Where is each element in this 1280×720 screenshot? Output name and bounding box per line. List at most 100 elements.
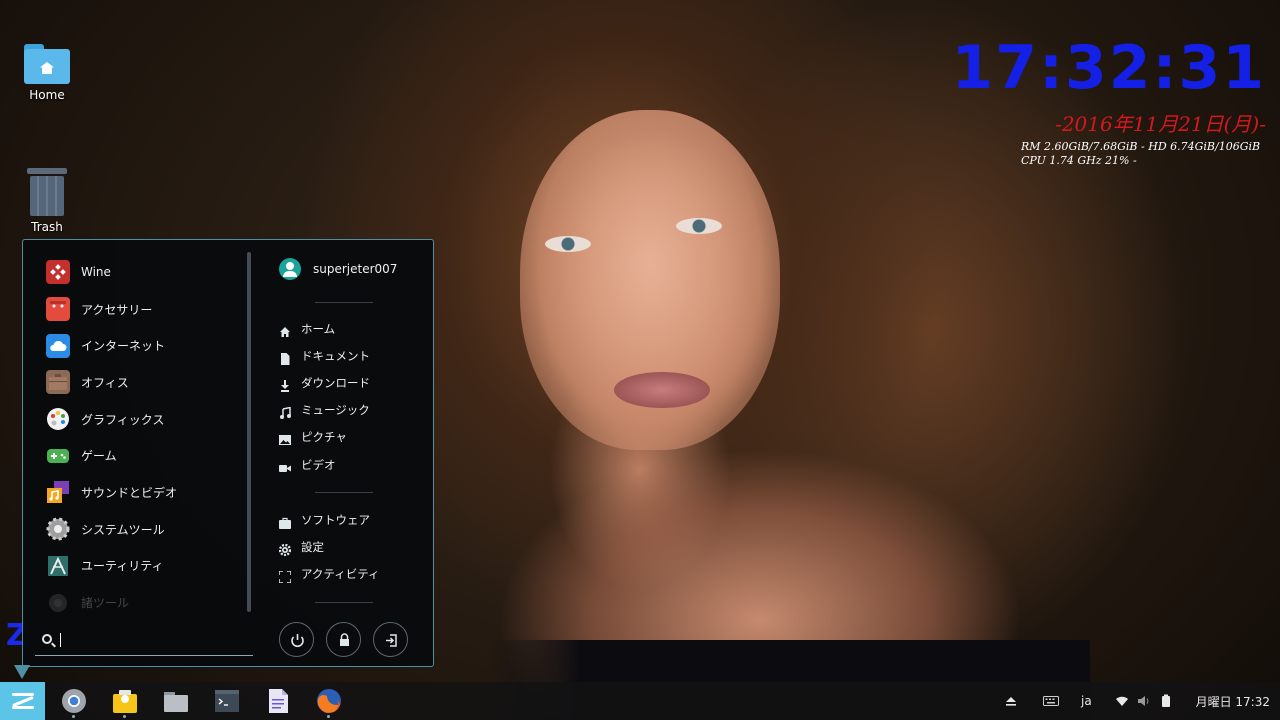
divider bbox=[315, 492, 373, 493]
office-briefcase-icon bbox=[46, 370, 70, 395]
taskbar: ja 月曜日 17:32 bbox=[0, 682, 1280, 720]
conky-system-info: RM 2.60GiB/7.68GiB - HD 6.74GiB/106GiB C… bbox=[1021, 140, 1271, 164]
keyboard-button[interactable] bbox=[1043, 682, 1059, 720]
logout-icon bbox=[386, 634, 397, 647]
desktop-icon-label: Home bbox=[29, 88, 65, 102]
lock-icon bbox=[340, 633, 349, 646]
place-label: ミュージック bbox=[301, 403, 370, 418]
session-actions bbox=[279, 622, 408, 657]
misc-tools-icon bbox=[46, 591, 70, 614]
category-label: グラフィックス bbox=[81, 412, 165, 427]
category-graphics[interactable]: グラフィックス bbox=[35, 401, 245, 438]
category-sound-video[interactable]: サウンドとビデオ bbox=[35, 474, 245, 511]
divider bbox=[315, 602, 373, 603]
photos-icon bbox=[113, 690, 137, 713]
activities-icon bbox=[278, 568, 292, 584]
running-indicator bbox=[123, 715, 126, 718]
terminal-icon bbox=[215, 690, 239, 712]
search-icon bbox=[42, 634, 52, 644]
category-misc-tools[interactable]: 諸ツール bbox=[35, 584, 245, 614]
sound-video-icon bbox=[46, 480, 70, 504]
taskbar-app-text-editor[interactable] bbox=[264, 687, 292, 715]
text-cursor bbox=[60, 633, 61, 647]
taskbar-app-photos[interactable] bbox=[111, 687, 139, 715]
category-scrollbar[interactable] bbox=[247, 252, 251, 612]
chrome-icon bbox=[62, 689, 86, 713]
picture-icon bbox=[279, 431, 291, 446]
category-utilities[interactable]: ユーティリティ bbox=[35, 548, 245, 585]
volume-icon bbox=[1138, 696, 1149, 706]
place-music[interactable]: ミュージック bbox=[279, 397, 370, 424]
place-home[interactable]: ホーム bbox=[279, 315, 370, 342]
search-input[interactable] bbox=[59, 630, 244, 650]
wallpaper-lips bbox=[614, 372, 710, 408]
running-indicator bbox=[72, 715, 75, 718]
taskbar-clock[interactable]: 月曜日 17:32 bbox=[1196, 682, 1270, 720]
user-name: superjeter007 bbox=[313, 262, 398, 276]
category-label: アクセサリー bbox=[81, 302, 153, 317]
input-method-indicator[interactable]: ja bbox=[1081, 682, 1092, 720]
accessories-icon bbox=[46, 297, 70, 322]
files-icon bbox=[164, 692, 188, 712]
conky-memory-line: RM 2.60GiB/7.68GiB - HD 6.74GiB/106GiB bbox=[1021, 140, 1261, 153]
battery-button[interactable] bbox=[1161, 682, 1171, 720]
place-label: ダウンロード bbox=[301, 375, 370, 390]
system-label: ソフトウェア bbox=[301, 512, 370, 527]
network-button[interactable] bbox=[1115, 682, 1129, 720]
desktop-icon-trash[interactable]: Trash bbox=[12, 168, 82, 234]
utilities-icon bbox=[46, 554, 70, 578]
eject-button[interactable] bbox=[1004, 682, 1018, 720]
volume-button[interactable] bbox=[1137, 682, 1151, 720]
place-videos[interactable]: ビデオ bbox=[279, 451, 370, 478]
place-label: ビデオ bbox=[301, 457, 336, 472]
home-icon bbox=[279, 323, 291, 337]
category-internet[interactable]: インターネット bbox=[35, 327, 245, 364]
category-wine[interactable]: Wine bbox=[35, 254, 245, 291]
category-games[interactable]: ゲーム bbox=[35, 437, 245, 474]
place-documents[interactable]: ドキュメント bbox=[279, 342, 370, 369]
desktop-icon-label: Trash bbox=[31, 220, 63, 234]
internet-cloud-icon bbox=[46, 333, 70, 358]
system-settings[interactable]: 設定 bbox=[278, 533, 380, 560]
divider bbox=[315, 302, 373, 303]
keyboard-icon bbox=[1043, 696, 1059, 706]
desktop-icon-home[interactable]: Home bbox=[12, 44, 82, 102]
clock-label: 月曜日 17:32 bbox=[1195, 694, 1270, 709]
conky-date: -2016年11月21日(月)- bbox=[1055, 112, 1266, 136]
category-list: Wine アクセサリー インターネット オフィス グラフィックス ゲーム サウン… bbox=[35, 254, 245, 614]
taskbar-app-terminal[interactable] bbox=[213, 687, 241, 715]
home-folder-icon bbox=[24, 44, 70, 84]
category-label: サウンドとビデオ bbox=[81, 485, 178, 500]
lock-button[interactable] bbox=[326, 622, 361, 657]
battery-icon bbox=[1162, 694, 1170, 707]
power-button[interactable] bbox=[279, 622, 314, 657]
firefox-icon bbox=[317, 689, 341, 714]
place-label: ドキュメント bbox=[301, 348, 370, 363]
power-icon bbox=[291, 634, 304, 648]
places-list: ホーム ドキュメント ダウンロード ミュージック ピクチャ ビデオ bbox=[279, 315, 370, 478]
category-label: 諸ツール bbox=[81, 596, 130, 611]
conky-clock: 17:32:31 bbox=[951, 33, 1266, 103]
taskbar-app-files[interactable] bbox=[162, 687, 190, 715]
place-label: ホーム bbox=[301, 321, 336, 336]
system-tools-gear-icon bbox=[46, 517, 70, 541]
place-label: ピクチャ bbox=[301, 430, 347, 445]
system-software[interactable]: ソフトウェア bbox=[279, 506, 380, 533]
wifi-icon bbox=[1116, 696, 1128, 706]
category-accessories[interactable]: アクセサリー bbox=[35, 291, 245, 328]
system-activities[interactable]: アクティビティ bbox=[278, 560, 380, 587]
logout-button[interactable] bbox=[373, 622, 408, 657]
place-pictures[interactable]: ピクチャ bbox=[279, 424, 370, 451]
start-menu: Wine アクセサリー インターネット オフィス グラフィックス ゲーム サウン… bbox=[22, 239, 434, 667]
zorin-menu-button[interactable] bbox=[0, 682, 45, 720]
category-office[interactable]: オフィス bbox=[35, 364, 245, 401]
user-account[interactable]: superjeter007 bbox=[279, 258, 397, 280]
music-icon bbox=[279, 404, 291, 420]
wallpaper-eye-left bbox=[545, 236, 591, 252]
wine-icon bbox=[46, 260, 70, 285]
taskbar-app-chrome[interactable] bbox=[60, 687, 88, 715]
place-downloads[interactable]: ダウンロード bbox=[279, 369, 370, 396]
category-system-tools[interactable]: システムツール bbox=[35, 511, 245, 548]
keyboard-layout-label: ja bbox=[1081, 694, 1092, 708]
taskbar-app-firefox[interactable] bbox=[315, 687, 343, 715]
